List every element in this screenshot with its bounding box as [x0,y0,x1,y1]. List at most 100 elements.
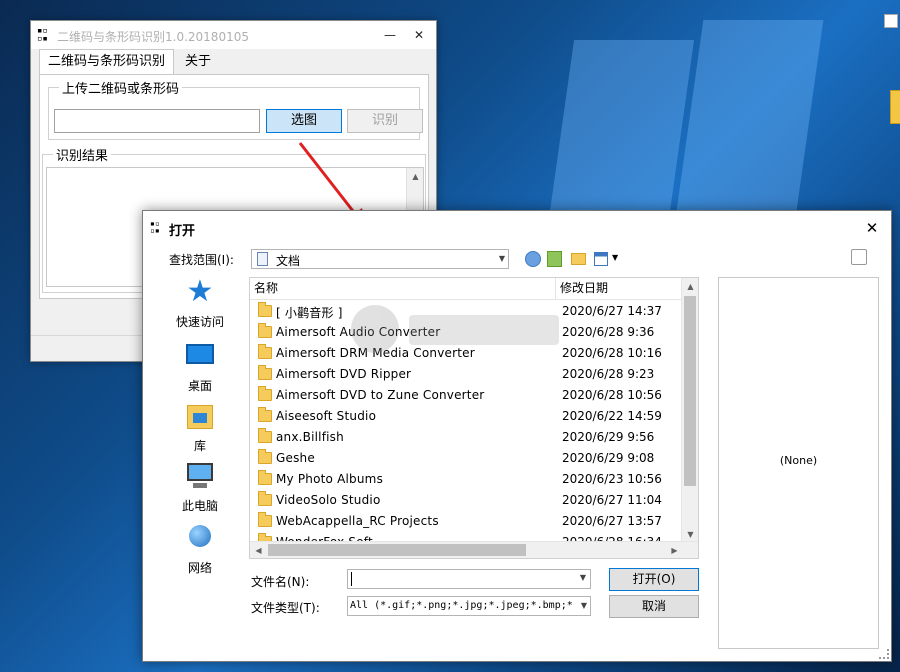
main-tabs: 二维码与条形码识别 关于 [39,49,222,75]
close-icon[interactable]: ✕ [861,217,883,239]
preview-pane: (None) [718,277,879,649]
file-name: WebAcappella_RC Projects [276,514,439,528]
preview-toggle-icon[interactable] [851,249,867,265]
folder-icon [258,365,272,380]
cancel-button[interactable]: 取消 [609,595,699,618]
file-row[interactable]: Aiseesoft Studio 2020/6/22 14:59 [250,406,683,427]
document-icon [257,252,268,266]
file-name: Aimersoft Audio Converter [276,325,441,339]
close-button[interactable]: ✕ [408,25,430,45]
file-row[interactable]: Aimersoft DVD Ripper 2020/6/28 9:23 [250,364,683,385]
main-titlebar[interactable]: ▪▫ ▫▪ 二维码与条形码识别1.0.20180105 — ✕ [31,21,436,49]
new-folder-icon[interactable] [571,253,586,265]
file-row[interactable]: Aimersoft DRM Media Converter 2020/6/28 1… [250,343,683,364]
resize-grip-icon[interactable] [879,649,889,659]
qr-scan-icon: ▪▫ ▫▪ [150,219,160,235]
place-this-pc[interactable]: 此电脑 [157,461,243,514]
recognize-button[interactable]: 识别 [347,109,423,133]
desktop-icon [183,341,217,371]
folder-icon [258,428,272,443]
folder-icon [258,449,272,464]
filetype-combobox[interactable]: All (*.gif;*.png;*.jpg;*.jpeg;*.bmp;* ▼ [347,596,591,616]
chevron-down-icon[interactable]: ▼ [499,250,505,268]
desktop-folder-icon[interactable] [890,90,900,124]
image-path-input[interactable] [54,109,260,133]
place-desktop[interactable]: 桌面 [157,341,243,394]
column-header-modified[interactable]: 修改日期 [556,278,683,300]
file-modified-date: 2020/6/27 13:57 [562,514,662,528]
tab-about[interactable]: 关于 [176,49,221,75]
file-name: anx.Billfish [276,430,344,444]
place-library[interactable]: 库 [157,401,243,454]
scroll-right-arrow-icon[interactable]: ▶ [666,542,683,558]
desktop-shortcut-icon[interactable] [884,14,898,28]
place-label: 库 [193,439,206,453]
folder-icon [258,302,272,317]
dialog-titlebar[interactable]: ▪▫ ▫▪ 打开 ✕ [143,211,891,243]
column-header-name[interactable]: 名称 [250,278,556,300]
file-row[interactable]: My Photo Albums 2020/6/23 10:56 [250,469,683,490]
scroll-left-arrow-icon[interactable]: ◀ [250,542,267,558]
place-quick-access[interactable]: ★ 快速访问 [157,277,243,330]
filename-label: 文件名(N): [251,575,310,589]
dialog-title: 打开 [169,224,196,239]
folder-icon [258,491,272,506]
file-name: Aimersoft DRM Media Converter [276,346,475,360]
scroll-up-arrow-icon[interactable]: ▲ [407,168,424,185]
chevron-down-icon[interactable]: ▼ [581,597,587,615]
open-button[interactable]: 打开(O) [609,568,699,591]
place-label: 桌面 [187,379,212,393]
look-in-value: 文档 [276,254,301,268]
file-list-hscrollbar[interactable]: ◀ ▶ [250,541,698,558]
view-menu-icon[interactable] [594,252,608,266]
file-modified-date: 2020/6/23 10:56 [562,472,662,486]
file-name: Aiseesoft Studio [276,409,377,423]
place-network[interactable]: 网络 [157,523,243,576]
file-row[interactable]: WebAcappella_RC Projects 2020/6/27 13:57 [250,511,683,532]
file-name: Aimersoft DVD Ripper [276,367,412,381]
chevron-down-icon[interactable]: ▼ [580,573,586,582]
file-row[interactable]: Aimersoft DVD to Zune Converter 2020/6/28… [250,385,683,406]
computer-icon [183,461,217,491]
minimize-button[interactable]: — [379,25,401,45]
folder-icon [258,407,272,422]
scrollbar-thumb[interactable] [268,544,526,556]
folder-icon [258,470,272,485]
view-menu-chevron-icon[interactable]: ▼ [612,253,618,262]
file-row[interactable]: Aimersoft Audio Converter 2020/6/28 9:36 [250,322,683,343]
filename-input[interactable]: ▼ [347,569,591,589]
preview-none-text: (None) [779,454,818,467]
file-modified-date: 2020/6/22 14:59 [562,409,662,423]
upload-group-legend: 上传二维码或条形码 [62,82,180,97]
place-label: 网络 [187,561,212,575]
file-modified-date: 2020/6/27 11:04 [562,493,662,507]
file-row[interactable]: [ 小鹳音形 ] 2020/6/27 14:37 [250,301,683,322]
select-image-button[interactable]: 选图 [266,109,342,133]
file-name: VideoSolo Studio [276,493,381,507]
file-list[interactable]: 名称 修改日期 [ 小鹳音形 ] 2020/6/27 14:37 Aimersoft… [249,277,699,559]
file-modified-date: 2020/6/28 9:23 [562,367,655,381]
star-icon: ★ [186,274,214,309]
back-icon[interactable] [525,251,541,267]
text-cursor [351,572,352,586]
file-list-vscrollbar[interactable]: ▲ ▼ [681,278,698,543]
file-row[interactable]: Geshe 2020/6/29 9:08 [250,448,683,469]
scrollbar-thumb[interactable] [684,296,696,486]
folder-icon [258,512,272,527]
folder-icon [258,323,272,338]
result-group-legend: 识别结果 [56,149,109,164]
file-modified-date: 2020/6/29 9:56 [562,430,655,444]
folder-icon [258,344,272,359]
look-in-combobox[interactable]: 文档 ▼ [251,249,509,269]
up-folder-icon[interactable] [547,251,562,267]
folder-icon [258,386,272,401]
qr-scan-icon: ▪▫ ▫▪ [37,26,48,44]
network-icon [183,523,217,553]
file-modified-date: 2020/6/29 9:08 [562,451,655,465]
scroll-up-arrow-icon[interactable]: ▲ [682,278,698,295]
file-row[interactable]: anx.Billfish 2020/6/29 9:56 [250,427,683,448]
file-row[interactable]: VideoSolo Studio 2020/6/27 11:04 [250,490,683,511]
tab-recognize[interactable]: 二维码与条形码识别 [39,49,175,75]
filetype-value: All (*.gif;*.png;*.jpg;*.jpeg;*.bmp;* [350,600,573,611]
file-name: Aimersoft DVD to Zune Converter [276,388,485,402]
